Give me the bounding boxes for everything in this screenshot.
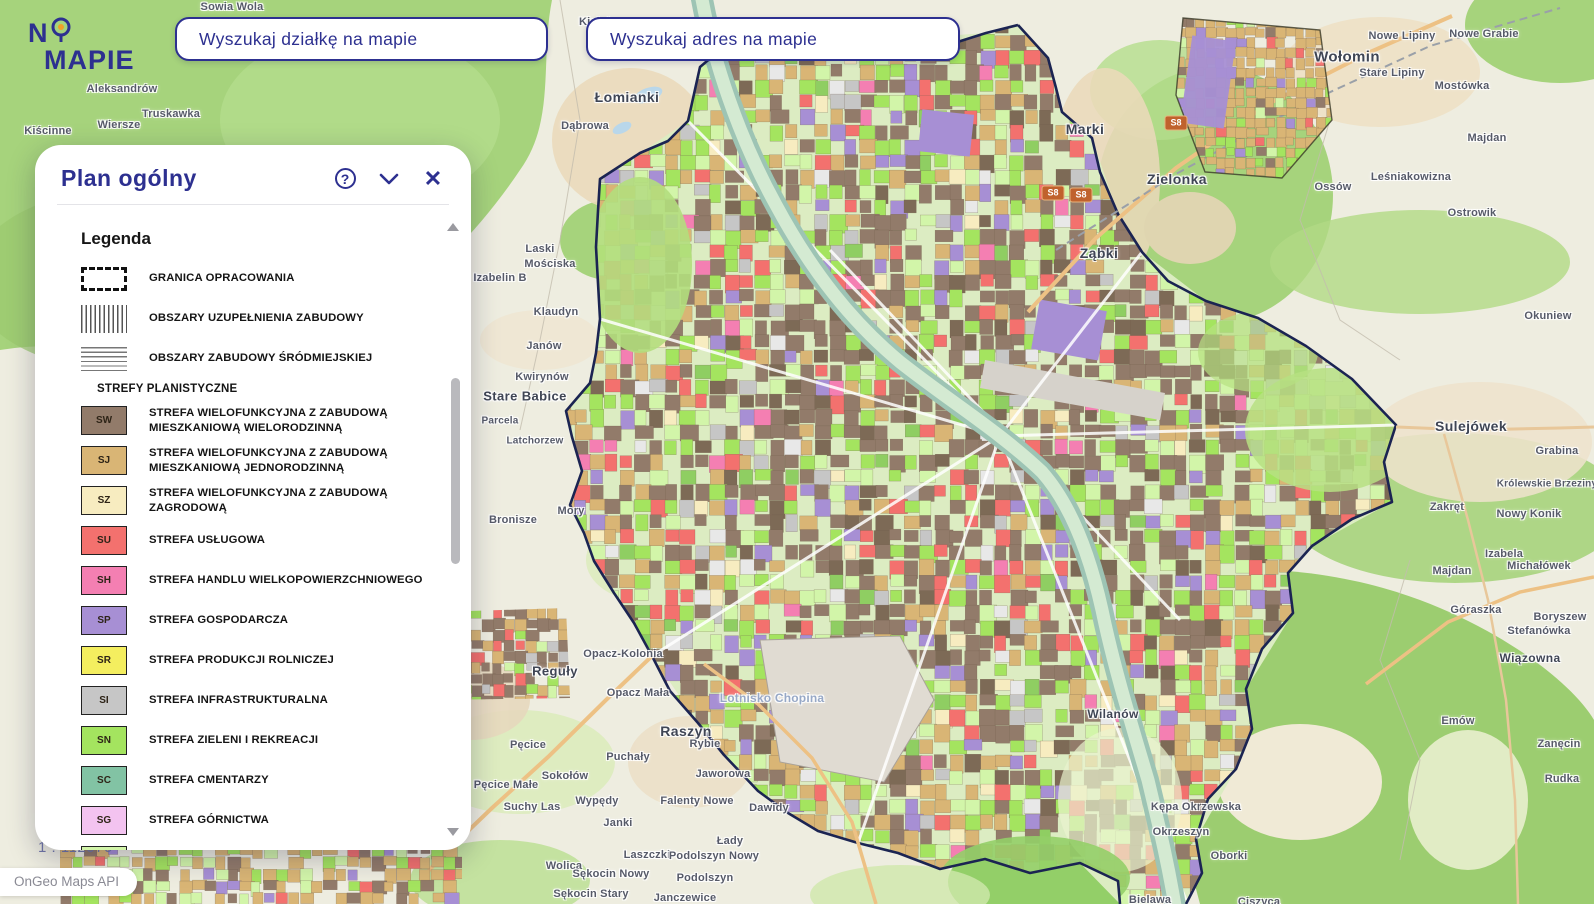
zone-label: STREFA GOSPODARCZA <box>149 614 289 627</box>
legend-special-items: GRANICA OPRACOWANIA OBSZARY UZUPEŁNIENIA … <box>81 263 437 374</box>
plan-panel: Plan ogólny ? ✕ Legenda GRANICA OPRACOWA… <box>35 145 471 850</box>
search-address-label: Wyszukaj adres na mapie <box>610 28 818 49</box>
legend-item-label: OBSZARY UZUPEŁNIENIA ZABUDOWY <box>149 312 364 325</box>
zone-swatch-SH: SH <box>81 566 127 595</box>
zone-label: STREFA PRODUKCJI ROLNICZEJ <box>149 654 334 667</box>
legend-zone-item: SH STREFA HANDLU WIELKOPOWIERZCHNIOWEGO <box>81 565 437 596</box>
zone-label: STREFA WIELOFUNKCYJNA Z ZABUDOWĄ MIESZKA… <box>149 407 388 434</box>
zone-label: STREFA WIELOFUNKCYJNA Z ZABUDOWĄ ZAGRODO… <box>149 487 388 514</box>
help-icon[interactable]: ? <box>333 167 357 191</box>
legend-zone-item: SI STREFA INFRASTRUKTURALNA <box>81 685 437 716</box>
panel-header: Plan ogólny ? ✕ <box>35 145 471 204</box>
zone-swatch-SG: SG <box>81 806 127 835</box>
zone-swatch-SP: SP <box>81 606 127 635</box>
zone-label: STREFA WIELOFUNKCYJNA Z ZABUDOWĄ MIESZKA… <box>149 447 388 474</box>
logo-line1: N <box>28 18 49 48</box>
legend-heading: Legenda <box>81 229 151 248</box>
map-pin-icon <box>49 16 73 48</box>
legend-zone-item: SG STREFA GÓRNICTWA <box>81 805 437 836</box>
legend-item: OBSZARY UZUPEŁNIENIA ZABUDOWY <box>81 303 437 334</box>
legend-item: OBSZARY ZABUDOWY ŚRÓDMIEJSKIEJ <box>81 343 437 374</box>
zone-label: STREFA HANDLU WIELKOPOWIERZCHNIOWEGO <box>149 574 423 587</box>
legend-zone-item: SN STREFA ZIELENI I REKREACJI <box>81 725 437 756</box>
zone-label: STREFA USŁUGOWA <box>149 534 266 547</box>
app-screen: Sowia WolaKiełpinŁomiankiDąbrowaAleksand… <box>0 0 1594 904</box>
zone-swatch-SN: SN <box>81 726 127 755</box>
zone-swatch-SZ: SZ <box>81 486 127 515</box>
zone-swatch-SU: SU <box>81 526 127 555</box>
zone-swatch-SC: SC <box>81 766 127 795</box>
legend-body: Legenda GRANICA OPRACOWANIA OBSZARY UZUPE… <box>35 205 471 850</box>
zone-swatch-SR: SR <box>81 646 127 675</box>
legend-zone-item: SC STREFA CMENTARZY <box>81 765 437 796</box>
legend-zone-item: SP STREFA GOSPODARCZA <box>81 605 437 636</box>
zone-label: STREFA ZIELENI I REKREACJI <box>149 734 319 747</box>
search-parcel-label: Wyszukaj działkę na mapie <box>199 28 418 49</box>
close-icon[interactable]: ✕ <box>421 167 445 191</box>
vertical-hatch-icon <box>81 304 127 333</box>
legend-zone-item: SU STREFA USŁUGOWA <box>81 525 437 556</box>
horizontal-hatch-icon <box>81 346 127 371</box>
legend-item-label: GRANICA OPRACOWANIA <box>149 272 295 285</box>
legend-zone-item: SJ STREFA WIELOFUNKCYJNA Z ZABUDOWĄ MIESZ… <box>81 445 437 476</box>
zone-label: STREFA CMENTARZY <box>149 774 269 787</box>
scrollbar-thumb[interactable] <box>451 378 460 564</box>
app-logo[interactable]: N MAPIE <box>28 16 135 73</box>
zone-swatch-SI: SI <box>81 686 127 715</box>
dashed-boundary-icon <box>81 266 127 291</box>
search-parcel-button[interactable]: Wyszukaj działkę na mapie <box>175 17 548 61</box>
panel-title: Plan ogólny <box>61 165 197 191</box>
legend-zone-items: SW STREFA WIELOFUNKCYJNA Z ZABUDOWĄ MIESZ… <box>81 405 437 850</box>
legend-item-label: OBSZARY ZABUDOWY ŚRÓDMIEJSKIEJ <box>149 352 373 365</box>
chevron-down-icon[interactable] <box>377 167 401 191</box>
legend-zone-item: SW STREFA WIELOFUNKCYJNA Z ZABUDOWĄ MIESZ… <box>81 405 437 436</box>
legend-zone-item: SZ STREFA WIELOFUNKCYJNA Z ZABUDOWĄ ZAGRO… <box>81 485 437 516</box>
scroll-up-arrow-icon[interactable] <box>447 223 459 231</box>
legend-zone-item: SR STREFA PRODUKCJI ROLNICZEJ <box>81 645 437 676</box>
legend-item: GRANICA OPRACOWANIA <box>81 263 437 294</box>
map-attribution: OnGeo Maps API <box>0 868 138 896</box>
legend-zone-item: SOSTREFA OTWARTA <box>81 845 437 850</box>
zone-label: STREFA INFRASTRUKTURALNA <box>149 694 328 707</box>
zone-swatch-SJ: SJ <box>81 446 127 475</box>
legend-group-heading: STREFY PLANISTYCZNE <box>97 383 238 395</box>
zone-swatch-SW: SW <box>81 406 127 435</box>
scroll-down-arrow-icon[interactable] <box>447 828 459 836</box>
search-address-button[interactable]: Wyszukaj adres na mapie <box>586 17 960 61</box>
zone-label: STREFA GÓRNICTWA <box>149 814 269 827</box>
logo-line2: MAPIE <box>44 44 135 75</box>
zone-swatch-SO: SO <box>81 846 127 850</box>
